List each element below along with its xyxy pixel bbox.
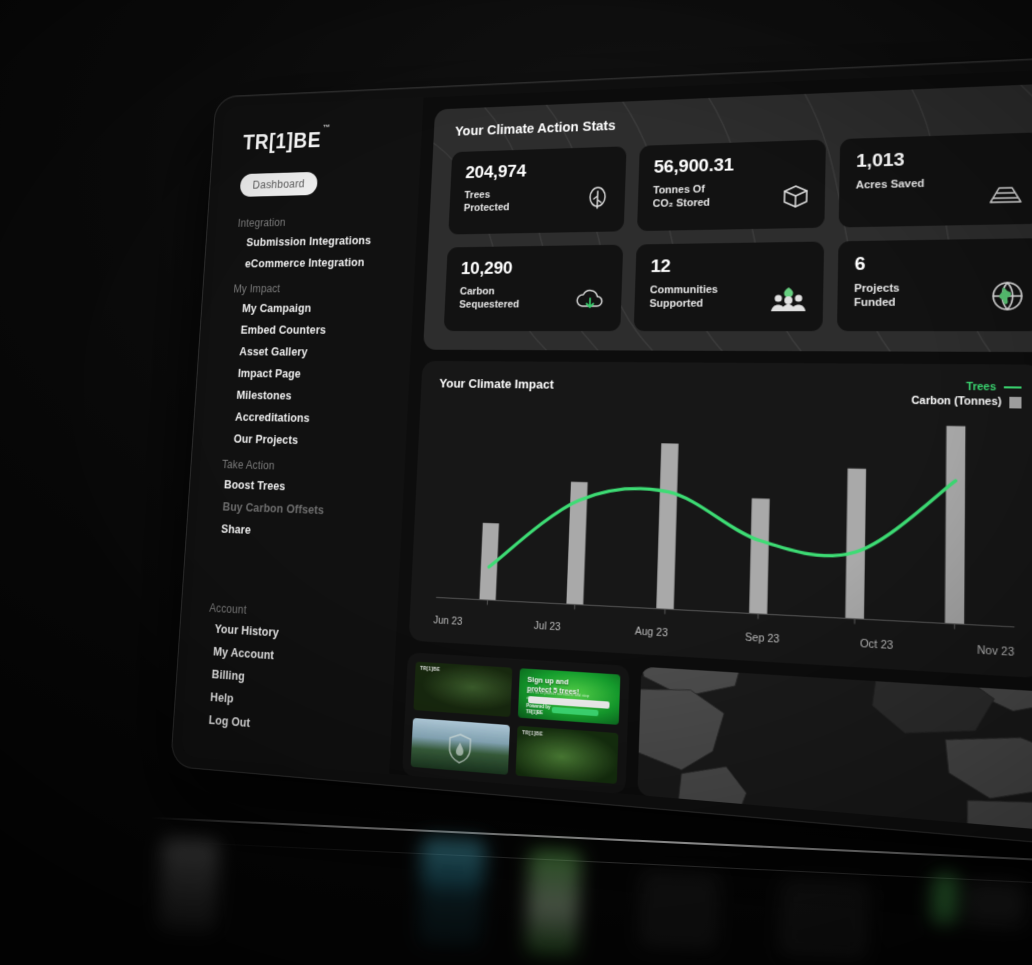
- cloud-download-icon: [573, 288, 606, 318]
- sidebar: TR[1]BE™ Dashboard Integration Submission…: [180, 97, 424, 774]
- device-screen: TR[1]BE™ Dashboard Integration Submission…: [180, 58, 1032, 853]
- stat-card: 6 Projects Funded: [836, 238, 1032, 332]
- gallery-tile-tag-1: TR[1]BE: [419, 665, 441, 674]
- stat-text: 204,974 Trees Protected: [463, 161, 527, 216]
- stat-value: 10,290: [460, 258, 513, 279]
- chart-x-tick: Aug 23: [634, 625, 669, 640]
- stat-value: 12: [650, 256, 671, 277]
- world-map-svg: [637, 666, 1032, 853]
- trademark-mark: ™: [322, 123, 331, 133]
- land-icon: [987, 182, 1024, 210]
- legend-item-carbon: Carbon (Tonnes): [911, 394, 1022, 409]
- brand-logo-text: TR[1]BE: [242, 128, 322, 155]
- legend-item-trees: Trees: [966, 380, 1022, 394]
- sidebar-item-dashboard[interactable]: Dashboard: [239, 171, 318, 197]
- stat-value: 6: [854, 253, 866, 275]
- sidebar-item-dashboard-label: Dashboard: [252, 177, 306, 192]
- chart-x-tick: Jul 23: [533, 620, 561, 634]
- sidebar-account-section: Account Your History My Account Billing Hel…: [182, 592, 398, 756]
- chart-svg: [428, 425, 1021, 644]
- chart-plot-area: [428, 406, 1021, 644]
- climate-impact-chart-card: Your Climate Impact Trees Carbon (Tonnes…: [408, 360, 1032, 679]
- impact-row: Your Climate Impact Trees Carbon (Tonnes…: [408, 360, 1032, 694]
- chart-title: Your Climate Impact: [439, 376, 554, 392]
- stat-value: 56,900.31: [653, 155, 735, 178]
- stat-text: 10,290 Carbon Sequestered: [459, 259, 521, 312]
- stat-text: 1,013 Acres Saved: [856, 150, 925, 193]
- stat-label: Projects Funded: [853, 282, 900, 310]
- brand-logo[interactable]: TR[1]BE™: [221, 123, 422, 155]
- tablet-device: TR[1]BE™ Dashboard Integration Submission…: [170, 45, 1032, 869]
- globe-icon: [990, 280, 1023, 316]
- stat-card: 10,290 Carbon Sequestered: [443, 244, 623, 332]
- people-icon: [770, 286, 807, 317]
- stat-card: 56,900.31 Tonnes Of CO₂ Stored: [636, 139, 826, 232]
- page-title: Your Climate Action Stats: [454, 118, 616, 140]
- sidebar-item-milestones[interactable]: Milestones: [204, 384, 408, 409]
- legend-line-swatch: [1003, 386, 1022, 389]
- chart-x-tick: Sep 23: [744, 631, 780, 646]
- chart-header: Your Climate Impact Trees Carbon (Tonnes…: [438, 376, 1022, 409]
- sidebar-item-my-campaign[interactable]: My Campaign: [210, 297, 413, 320]
- chart-x-tick: Oct 23: [859, 637, 894, 653]
- stat-text: 12 Communities Supported: [649, 256, 719, 311]
- climate-action-stats-panel: Your Climate Action Stats 204,974 Trees Pr…: [423, 73, 1032, 354]
- gallery-tile-forest[interactable]: TR[1]BE: [413, 661, 513, 718]
- stat-card: 204,974 Trees Protected: [448, 146, 627, 235]
- main-content: Your Climate Action Stats 204,974 Trees Pr…: [389, 58, 1032, 853]
- gallery-tile-leaves[interactable]: TR[1]BE: [515, 725, 619, 784]
- sidebar-item-embed-counters[interactable]: Embed Counters: [209, 319, 412, 341]
- stats-panel-inner: Your Climate Action Stats 204,974 Trees Pr…: [443, 93, 1032, 332]
- stat-label: Trees Protected: [463, 189, 510, 215]
- perspective-stage: TR[1]BE™ Dashboard Integration Submission…: [0, 0, 1032, 965]
- sidebar-nav: Integration Submission Integrations eComme…: [195, 205, 418, 548]
- sidebar-item-asset-gallery[interactable]: Asset Gallery: [207, 341, 411, 364]
- box-icon: [782, 184, 809, 215]
- stat-text: 6 Projects Funded: [854, 254, 900, 310]
- sidebar-item-submission-integrations[interactable]: Submission Integrations: [215, 229, 417, 254]
- asset-gallery: TR[1]BE Sign up and protect 5 trees! Join…: [401, 652, 630, 795]
- stat-label: Communities Supported: [649, 283, 719, 310]
- stat-card-grid: 204,974 Trees Protected 56,900.31 Tonnes Of C…: [443, 124, 1032, 332]
- sidebar-group-label-my-impact: My Impact: [233, 282, 281, 296]
- legend-label-carbon: Carbon (Tonnes): [911, 394, 1002, 409]
- sidebar-item-ecommerce-integration[interactable]: eCommerce Integration: [213, 251, 416, 275]
- gallery-tile-signup[interactable]: Sign up and protect 5 trees! Join us to p…: [517, 668, 621, 726]
- stat-label: Carbon Sequestered: [458, 285, 520, 311]
- chart-x-tick: Jun 23: [433, 614, 463, 628]
- gallery-tile-valley[interactable]: [410, 717, 510, 775]
- legend-square-swatch: [1009, 396, 1022, 408]
- stat-card: 12 Communities Supported: [633, 241, 825, 332]
- stat-card: 1,013 Acres Saved: [838, 132, 1032, 228]
- chart-x-tick: Nov 23: [976, 644, 1015, 660]
- stat-value: 1,013: [855, 149, 905, 172]
- sidebar-item-impact-page[interactable]: Impact Page: [206, 362, 410, 386]
- gallery-tile-cta-button[interactable]: [552, 707, 599, 716]
- world-impact-map[interactable]: [637, 666, 1032, 853]
- screenshot-scene: TR[1]BE™ Dashboard Integration Submission…: [0, 0, 1032, 965]
- chart-legend: Trees Carbon (Tonnes): [911, 380, 1022, 409]
- shield-icon: [447, 733, 473, 765]
- tree-icon: [584, 185, 610, 219]
- gallery-tile-tag-4: TR[1]BE: [521, 730, 544, 738]
- stat-value: 204,974: [464, 161, 527, 183]
- stat-text: 56,900.31 Tonnes Of CO₂ Stored: [652, 155, 735, 211]
- bottom-row: TR[1]BE Sign up and protect 5 trees! Join…: [401, 652, 1032, 853]
- stat-label: Acres Saved: [855, 177, 925, 192]
- legend-label-trees: Trees: [966, 380, 997, 394]
- gallery-tile-footer: Powered by TR[1]BE: [525, 703, 551, 716]
- stat-label: Tonnes Of CO₂ Stored: [652, 183, 711, 211]
